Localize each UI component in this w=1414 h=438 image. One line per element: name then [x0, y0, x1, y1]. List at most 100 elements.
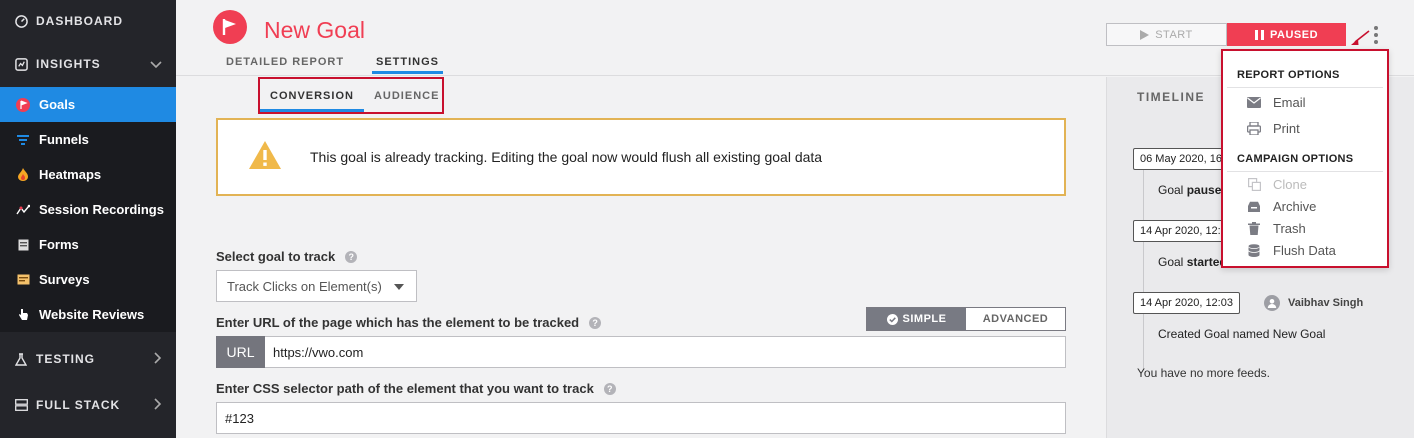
help-icon[interactable]: ? [603, 382, 616, 395]
menu-item-label: Clone [1273, 177, 1307, 192]
tab-audience[interactable]: AUDIENCE [364, 90, 449, 112]
sidebar-item-surveys[interactable]: Surveys [0, 262, 176, 297]
envelope-icon [1247, 96, 1261, 110]
flask-icon [14, 352, 28, 366]
paused-label: PAUSED [1269, 28, 1319, 41]
timeline-event-text: Goal paused [1158, 183, 1229, 197]
chevron-down-icon [150, 56, 162, 72]
campaign-options-heading: CAMPAIGN OPTIONS [1237, 153, 1354, 165]
sidebar-item-label: TESTING [36, 352, 96, 366]
timeline-title: TIMELINE [1137, 90, 1205, 104]
timeline-line [1143, 159, 1144, 369]
tab-settings[interactable]: SETTINGS [371, 56, 444, 74]
sidebar-item-website-reviews[interactable]: Website Reviews [0, 297, 176, 332]
timeline-user: Vaibhav Singh [1264, 295, 1363, 311]
sidebar-item-testing[interactable]: TESTING [0, 338, 176, 380]
divider [1227, 87, 1383, 88]
paused-button[interactable]: PAUSED [1227, 23, 1346, 46]
simple-mode-button[interactable]: SIMPLE [867, 308, 966, 330]
sidebar-item-goals[interactable]: Goals [0, 87, 176, 122]
menu-item-flush-data[interactable]: Flush Data [1247, 243, 1336, 258]
settings-subtabs: CONVERSION AUDIENCE [258, 77, 444, 114]
goal-type-value: Track Clicks on Element(s) [227, 278, 382, 294]
menu-item-label: Email [1273, 95, 1306, 110]
start-label: START [1155, 28, 1193, 41]
main-content: CONVERSION AUDIENCE This goal is already… [176, 77, 1106, 438]
start-button[interactable]: START [1106, 23, 1227, 46]
recording-icon [16, 203, 30, 217]
sidebar-item-forms[interactable]: Forms [0, 227, 176, 262]
form-icon [16, 238, 30, 252]
more-options-icon[interactable] [1373, 26, 1379, 44]
sidebar-item-full-stack[interactable]: FULL STACK [0, 384, 176, 426]
warning-banner: This goal is already tracking. Editing t… [216, 118, 1066, 196]
menu-item-label: Flush Data [1273, 243, 1336, 258]
sidebar-item-label: Heatmaps [39, 167, 102, 182]
url-mode-toggle: SIMPLE ADVANCED [866, 307, 1066, 331]
timeline-event-text: Created Goal named New Goal [1158, 327, 1326, 341]
goal-type-label: Select goal to track ? [216, 249, 358, 264]
sidebar: DASHBOARD INSIGHTS Goals Funnels Heatmap… [0, 0, 176, 438]
menu-item-email[interactable]: Email [1247, 95, 1306, 110]
advanced-mode-button[interactable]: ADVANCED [966, 308, 1065, 330]
simple-mode-label: SIMPLE [902, 313, 947, 325]
timeline-event-prefix: Goal [1158, 183, 1187, 197]
url-input[interactable]: https://vwo.com [265, 336, 1066, 368]
timeline-date: 06 May 2020, 16 [1133, 148, 1229, 170]
tab-conversion[interactable]: CONVERSION [260, 90, 364, 112]
chevron-right-icon [154, 351, 162, 367]
sidebar-item-label: Session Recordings [39, 202, 164, 217]
goal-type-label-text: Select goal to track [216, 249, 336, 264]
css-selector-label-text: Enter CSS selector path of the element t… [216, 381, 594, 396]
menu-item-trash[interactable]: Trash [1247, 221, 1306, 236]
url-prefix: URL [216, 336, 265, 368]
url-label: Enter URL of the page which has the elem… [216, 315, 602, 330]
timeline-event-prefix: Goal [1158, 255, 1187, 269]
menu-item-label: Print [1273, 121, 1300, 136]
help-icon[interactable]: ? [345, 250, 358, 263]
caret-down-icon [394, 284, 404, 290]
printer-icon [1247, 122, 1261, 136]
report-options-heading: REPORT OPTIONS [1237, 69, 1340, 81]
hand-pointer-icon [16, 308, 30, 322]
goal-flag-icon [16, 97, 30, 112]
pause-icon [1254, 29, 1264, 40]
archive-icon [1247, 200, 1261, 214]
menu-item-label: Trash [1273, 221, 1306, 236]
sidebar-item-label: Surveys [39, 272, 90, 287]
options-dropdown: REPORT OPTIONS Email Print CAMPAIGN OPTI… [1221, 49, 1389, 268]
sidebar-item-dashboard[interactable]: DASHBOARD [0, 0, 176, 42]
menu-item-clone[interactable]: Clone [1247, 177, 1307, 192]
timeline-date: 14 Apr 2020, 12: [1133, 220, 1228, 242]
goal-type-select[interactable]: Track Clicks on Element(s) [216, 270, 417, 302]
page-title: New Goal [264, 17, 365, 43]
sidebar-item-label: INSIGHTS [36, 57, 101, 71]
url-field: URL https://vwo.com [216, 336, 1066, 368]
goal-flag-icon [213, 10, 247, 44]
sidebar-item-insights[interactable]: INSIGHTS [0, 43, 176, 85]
database-icon [1247, 244, 1261, 258]
annotation-arrow-icon [1349, 30, 1371, 53]
check-circle-icon [886, 313, 898, 325]
sidebar-item-session-recordings[interactable]: Session Recordings [0, 192, 176, 227]
play-icon [1140, 29, 1150, 40]
server-stack-icon [14, 398, 28, 412]
warning-text: This goal is already tracking. Editing t… [310, 149, 823, 165]
sidebar-item-label: FULL STACK [36, 398, 121, 412]
sidebar-item-funnels[interactable]: Funnels [0, 122, 176, 157]
insights-icon [14, 57, 28, 71]
menu-item-print[interactable]: Print [1247, 121, 1300, 136]
clone-icon [1247, 178, 1261, 192]
menu-item-archive[interactable]: Archive [1247, 199, 1316, 214]
dashboard-gauge-icon [14, 14, 28, 28]
divider [1227, 171, 1383, 172]
avatar [1264, 295, 1280, 311]
css-selector-input[interactable]: #123 [216, 402, 1066, 434]
tab-detailed-report[interactable]: DETAILED REPORT [226, 56, 344, 68]
survey-icon [16, 273, 30, 287]
timeline-user-name: Vaibhav Singh [1288, 297, 1364, 309]
sidebar-item-heatmaps[interactable]: Heatmaps [0, 157, 176, 192]
menu-item-label: Archive [1273, 199, 1317, 214]
help-icon[interactable]: ? [589, 316, 602, 329]
sidebar-item-label: Funnels [39, 132, 89, 147]
